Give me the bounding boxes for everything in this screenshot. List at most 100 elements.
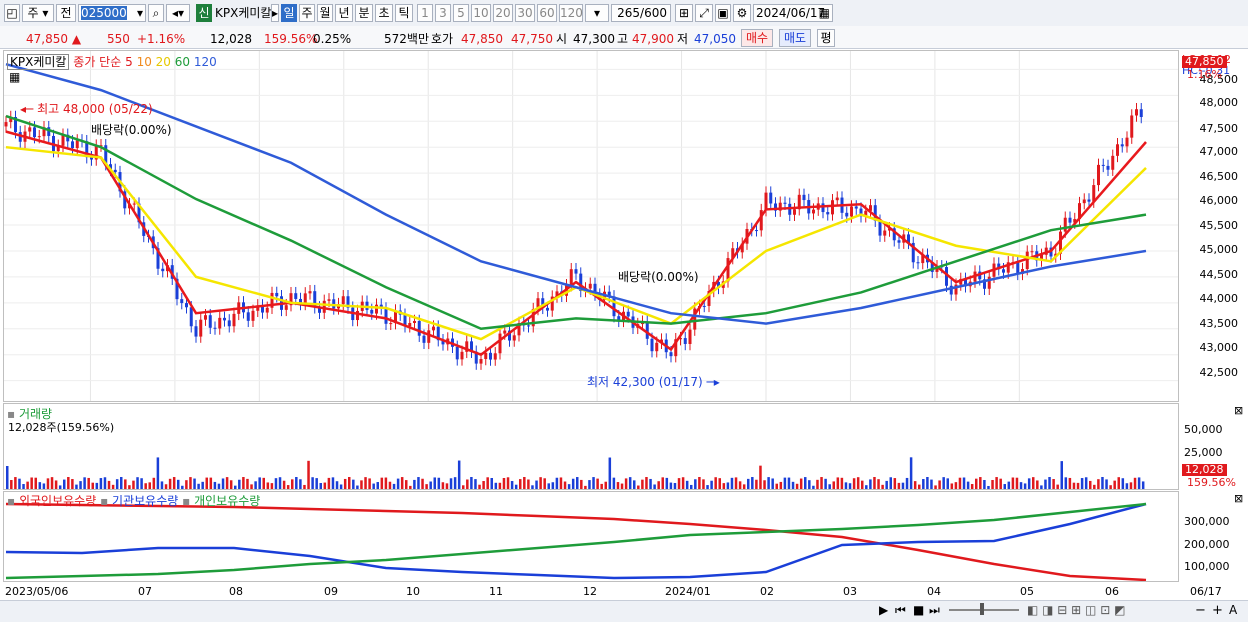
new-button[interactable]: 신 <box>196 4 212 22</box>
gear-icon[interactable]: ⚙ <box>733 4 751 22</box>
volume-bar <box>392 483 396 489</box>
play-icon[interactable]: ▶ <box>879 603 888 617</box>
volume-bar <box>1141 481 1145 489</box>
low-label: 저 <box>677 32 689 46</box>
candle-body <box>1106 165 1110 170</box>
tab-day[interactable]: 일 <box>281 4 297 22</box>
zoom-in-icon[interactable]: + <box>1212 603 1223 618</box>
save-icon[interactable]: ▣ <box>715 4 731 22</box>
ma-line-5 <box>5 130 1147 357</box>
volume-bar <box>120 477 123 489</box>
count-1[interactable]: 1 <box>417 4 433 22</box>
window-icon[interactable]: ◰ <box>4 4 20 22</box>
volume-panel[interactable] <box>3 403 1179 490</box>
volume-bar <box>759 465 762 489</box>
volume-bar <box>567 484 571 489</box>
volume-bar <box>14 477 17 489</box>
stock-code-input[interactable]: 025000 ▾ <box>78 4 146 22</box>
volume-bar <box>50 477 54 489</box>
volume-bar <box>87 477 90 489</box>
volume-bar <box>714 477 717 489</box>
candle-body <box>4 122 8 127</box>
volume-bar <box>738 481 742 489</box>
scroll-icon[interactable]: ▸ <box>271 4 279 22</box>
close-icon[interactable]: ⊠ <box>1234 404 1243 417</box>
volume-bar <box>755 479 758 489</box>
period-select[interactable]: 주 ▾ <box>22 4 54 22</box>
ex-div-annotation-1: 배당락(0.00%) <box>91 123 172 137</box>
eval-button[interactable]: 평 <box>817 29 835 47</box>
candle-body <box>37 136 41 138</box>
fit-icon[interactable]: ⊞ <box>675 4 693 22</box>
volume-bar <box>824 478 827 489</box>
volume-bar <box>229 480 233 489</box>
layout-icons[interactable]: ◧ ◨ ⊟ ⊞ ◫ ⊡ ◩ <box>1027 603 1125 617</box>
legend-marker: ▪ <box>182 494 191 508</box>
zoom-slider[interactable] <box>949 609 1019 611</box>
date-input[interactable]: 2024/06/17 ▦ <box>753 4 833 22</box>
volume-bar <box>124 479 127 489</box>
candle-body <box>1030 251 1034 253</box>
volume-bar <box>1011 477 1015 489</box>
table-icon[interactable]: ▦ <box>9 70 20 84</box>
ma-label: 종가 단순 <box>73 55 122 69</box>
x-tick: 03 <box>843 585 857 598</box>
range-field[interactable]: 265/600 <box>611 4 671 22</box>
candle-body <box>812 209 815 214</box>
auto-scale-icon[interactable]: A <box>1229 603 1237 617</box>
volume-bar <box>673 483 677 489</box>
chart-tool-icon[interactable]: ⤢ <box>695 4 713 22</box>
low-price: 47,050 <box>694 32 736 46</box>
volume-bar <box>1056 484 1059 489</box>
tab-week[interactable]: 주 <box>299 4 315 22</box>
count-3[interactable]: 3 <box>435 4 451 22</box>
stock-name: KPX케미칼 <box>215 6 272 20</box>
zoom-out-icon[interactable]: − <box>1195 603 1206 618</box>
volume-bar <box>417 477 420 489</box>
volume-bar <box>1023 483 1027 489</box>
candle-body <box>1002 269 1005 273</box>
tab-minute[interactable]: 분 <box>355 4 373 22</box>
rewind-icon[interactable]: ⏮ <box>895 603 906 618</box>
volume-bar <box>482 481 485 489</box>
stop-icon[interactable]: ■ <box>913 603 924 617</box>
volume-bar <box>380 477 384 489</box>
tab-tick[interactable]: 틱 <box>395 4 413 22</box>
count-60[interactable]: 60 <box>537 4 557 22</box>
candle-body <box>527 325 530 327</box>
count-5[interactable]: 5 <box>453 4 469 22</box>
prev-button[interactable]: 전 <box>56 4 76 22</box>
fast-forward-icon[interactable]: ⏭ <box>929 603 940 618</box>
volume-bar <box>816 479 819 489</box>
y-tick: 46,500 <box>1199 170 1239 183</box>
count-30[interactable]: 30 <box>515 4 535 22</box>
count-dropdown[interactable]: ▾ <box>585 4 609 22</box>
volume-bar <box>645 477 648 489</box>
volume-bar <box>1027 478 1031 489</box>
volume-bar <box>319 483 322 489</box>
volume-bar <box>596 478 599 489</box>
buy-button[interactable]: 매수 <box>741 29 773 47</box>
count-10[interactable]: 10 <box>471 4 491 22</box>
close-icon[interactable]: ⊠ <box>1234 492 1243 505</box>
zoom-slider-handle[interactable] <box>980 603 984 615</box>
tab-month[interactable]: 월 <box>317 4 333 22</box>
tab-second[interactable]: 초 <box>375 4 393 22</box>
tab-year[interactable]: 년 <box>335 4 353 22</box>
price-chart-panel[interactable] <box>3 50 1179 402</box>
volume-bar <box>291 479 294 489</box>
volume-bar <box>649 478 652 489</box>
search-icon[interactable]: ⌕ <box>148 4 164 22</box>
volume-bar <box>238 479 241 489</box>
volume-bar <box>983 480 986 489</box>
count-20[interactable]: 20 <box>493 4 513 22</box>
count-120[interactable]: 120 <box>559 4 583 22</box>
volume-bar <box>327 477 331 489</box>
sell-button[interactable]: 매도 <box>779 29 811 47</box>
volume-bar <box>193 478 196 489</box>
x-tick: 08 <box>229 585 243 598</box>
sound-icon[interactable]: ◂▾ <box>166 4 190 22</box>
volume-bar <box>1121 478 1125 489</box>
volume-bar <box>46 478 50 489</box>
volume-bar <box>388 481 392 489</box>
